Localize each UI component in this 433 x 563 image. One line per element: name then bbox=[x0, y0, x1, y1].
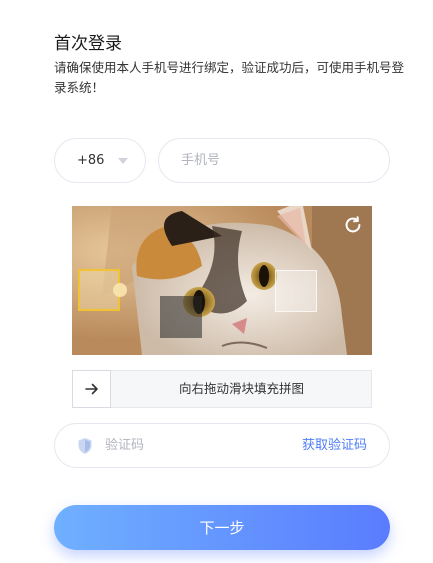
country-code-select[interactable]: +86 bbox=[54, 138, 146, 183]
verification-code-field: 获取验证码 bbox=[54, 423, 390, 468]
puzzle-piece-knob bbox=[113, 283, 127, 297]
captcha-slider-track: 向右拖动滑块填充拼图 bbox=[72, 370, 372, 408]
page-title: 首次登录 bbox=[54, 34, 122, 54]
captcha-image bbox=[72, 206, 372, 355]
arrow-right-icon bbox=[84, 383, 98, 395]
caret-down-icon bbox=[118, 157, 129, 164]
puzzle-piece[interactable] bbox=[78, 269, 127, 311]
slider-hint: 向右拖动滑块填充拼图 bbox=[178, 381, 304, 396]
puzzle-target-slot bbox=[275, 270, 317, 312]
verification-code-input[interactable] bbox=[105, 424, 285, 467]
puzzle-shadow bbox=[160, 296, 202, 338]
get-code-button[interactable]: 获取验证码 bbox=[302, 424, 367, 467]
captcha-slider-handle[interactable] bbox=[72, 370, 111, 408]
phone-input[interactable] bbox=[158, 138, 390, 183]
shield-icon bbox=[78, 438, 92, 454]
next-button[interactable]: 下一步 bbox=[54, 505, 390, 550]
page-subtitle: 请确保使用本人手机号进行绑定，验证成功后，可使用手机号登录系统！ bbox=[54, 60, 405, 95]
country-code-value: +86 bbox=[77, 153, 105, 168]
refresh-icon[interactable] bbox=[342, 214, 364, 236]
